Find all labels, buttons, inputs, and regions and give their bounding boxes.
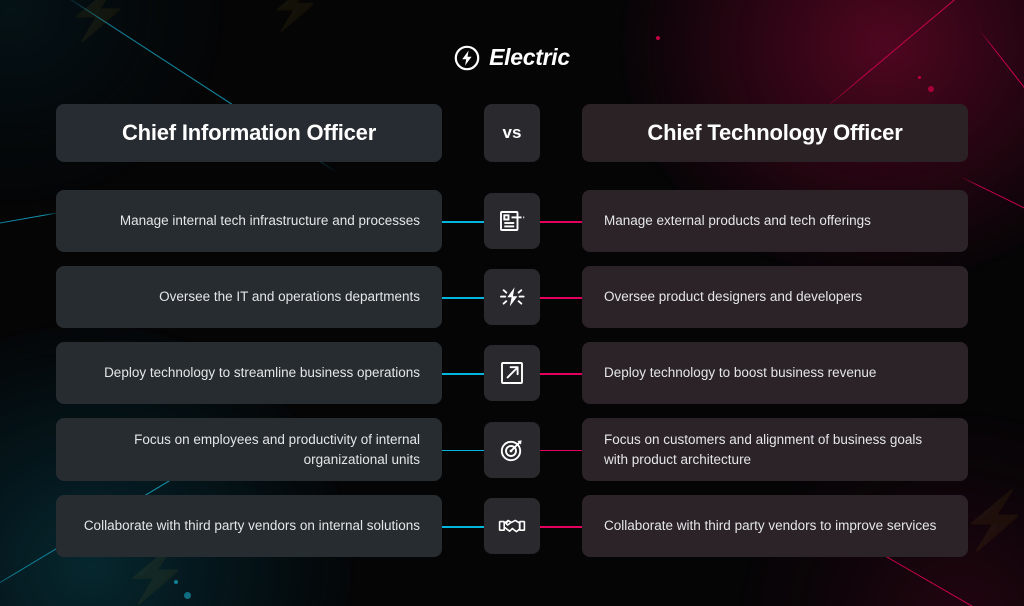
icon-slot — [484, 418, 540, 481]
connector-right — [540, 373, 582, 375]
cto-cell-text: Oversee product designers and developers — [604, 289, 863, 305]
bolt-watermark-top-left: ⚡ — [66, 0, 131, 43]
vs-slot: vs — [484, 104, 540, 162]
cio-cell: Oversee the IT and operations department… — [56, 266, 442, 328]
cio-cell: Focus on employees and productivity of i… — [56, 418, 442, 482]
cio-cell: Manage internal tech infrastructure and … — [56, 190, 442, 252]
cio-cell-text: Collaborate with third party vendors on … — [83, 518, 420, 534]
bolt-watermark-bottom-right: ⚡ — [960, 488, 1024, 551]
brand-name: Electric — [489, 44, 570, 70]
cio-cell-text: Manage internal tech infrastructure and … — [119, 213, 420, 229]
cto-cell-text: Focus on customers and alignment of busi… — [604, 432, 923, 467]
cto-cell: Manage external products and tech offeri… — [582, 190, 968, 252]
cio-cell: Collaborate with third party vendors on … — [56, 495, 442, 558]
table-row: Oversee the IT and operations department… — [56, 266, 968, 328]
cto-header-card: Chief Technology Officer — [582, 104, 968, 162]
header-row: Chief Information Officer vs Chief Techn… — [56, 104, 968, 162]
lightning-spark-icon — [484, 269, 540, 325]
diagonal-line-right-lower — [959, 176, 1024, 226]
cto-cell: Focus on customers and alignment of busi… — [582, 418, 968, 482]
connector-left — [442, 449, 484, 452]
connector-left — [442, 373, 484, 375]
connector-left — [442, 297, 484, 299]
cio-header-card: Chief Information Officer — [56, 104, 442, 162]
vs-badge: vs — [484, 104, 540, 162]
icon-slot — [484, 342, 540, 404]
icon-slot — [484, 190, 540, 252]
diagonal-line-mid-left — [0, 212, 59, 227]
table-row: Manage internal tech infrastructure and … — [56, 190, 968, 252]
cio-cell-text: Oversee the IT and operations department… — [159, 289, 420, 305]
accent-dot-4 — [174, 580, 178, 584]
connector-right — [540, 449, 582, 452]
connector-right — [540, 297, 582, 299]
cio-cell-text: Focus on employees and productivity of i… — [134, 432, 420, 467]
accent-dot-1 — [656, 36, 660, 40]
bolt-watermark-top-mid: ⚡ — [268, 0, 323, 32]
handshake-icon — [484, 498, 540, 555]
connector-right — [540, 221, 582, 223]
icon-slot — [484, 495, 540, 557]
accent-dot-3 — [928, 86, 934, 92]
cio-cell-text: Deploy technology to streamline business… — [104, 365, 420, 381]
infographic-canvas: ⚡ ⚡ ⚡ ⚡ Electric Chief Information Offic… — [0, 0, 1024, 606]
brand-logo: Electric — [0, 44, 1024, 71]
cto-cell-text: Manage external products and tech offeri… — [604, 213, 871, 229]
connector-left — [442, 526, 484, 528]
table-row: Collaborate with third party vendors on … — [56, 495, 968, 558]
table-row: Focus on employees and productivity of i… — [56, 418, 968, 482]
icon-slot — [484, 266, 540, 328]
comparison-board: Chief Information Officer vs Chief Techn… — [56, 104, 968, 558]
connector-right — [540, 526, 582, 528]
accent-dot-5 — [184, 592, 191, 599]
external-link-icon — [484, 345, 540, 401]
lightning-bolt-circle-icon — [454, 45, 480, 71]
accent-dot-2 — [918, 76, 921, 79]
server-document-icon — [484, 193, 540, 249]
target-arrow-icon — [484, 421, 540, 478]
cto-cell: Deploy technology to boost business reve… — [582, 342, 968, 404]
table-row: Deploy technology to streamline business… — [56, 342, 968, 404]
cto-cell: Collaborate with third party vendors to … — [582, 495, 968, 558]
cto-cell-text: Collaborate with third party vendors to … — [604, 518, 937, 534]
cio-cell: Deploy technology to streamline business… — [56, 342, 442, 404]
cto-cell: Oversee product designers and developers — [582, 266, 968, 328]
cio-title: Chief Information Officer — [121, 120, 377, 145]
connector-left — [442, 221, 484, 223]
cto-title: Chief Technology Officer — [647, 120, 903, 145]
cto-cell-text: Deploy technology to boost business reve… — [604, 365, 877, 381]
